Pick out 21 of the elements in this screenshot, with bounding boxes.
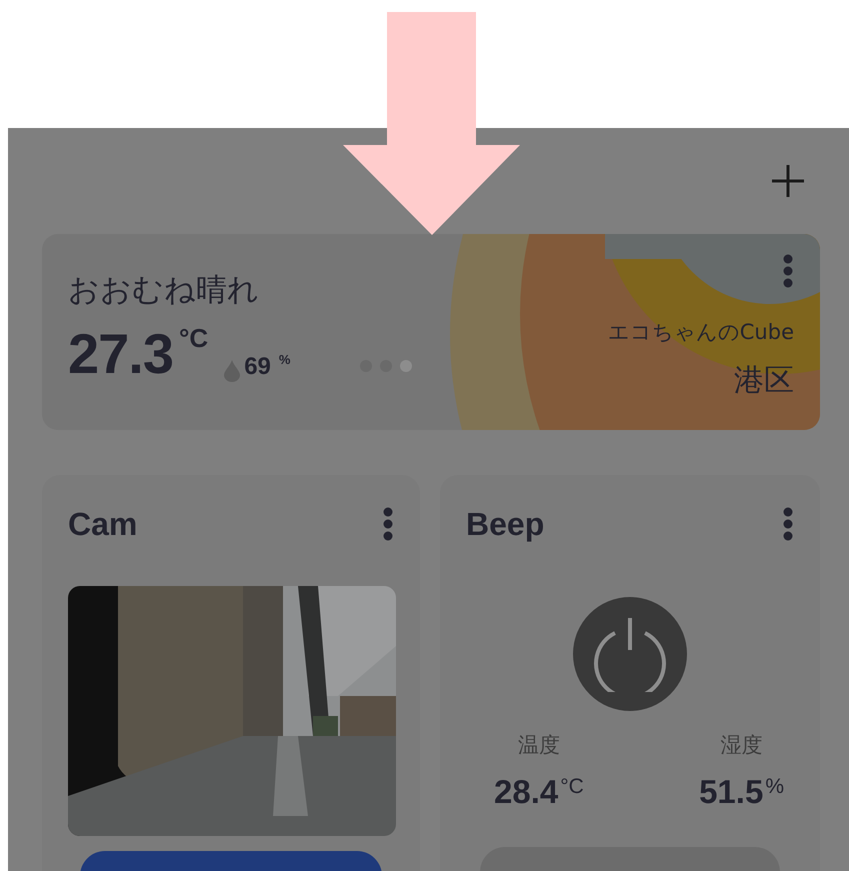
temperature-unit: °C — [179, 324, 208, 352]
more-icon[interactable] — [782, 254, 794, 288]
device-title: Cam — [68, 506, 138, 542]
humidity-unit: % — [278, 352, 290, 367]
reading-unit: % — [765, 775, 784, 799]
add-icon[interactable] — [770, 163, 806, 199]
temperature-value: 27.3 — [68, 324, 173, 384]
more-icon[interactable] — [782, 507, 794, 541]
reading-value: 51.5 — [699, 773, 764, 811]
reading-label: 温度 — [518, 732, 560, 759]
reading-label: 湿度 — [720, 732, 763, 759]
device-card[interactable]: Cam — [42, 475, 420, 871]
more-icon[interactable] — [382, 507, 394, 541]
humidity-value: 69 — [244, 352, 271, 382]
reading-value: 28.4 — [494, 773, 558, 811]
reading-unit: °C — [560, 775, 584, 799]
device-title: Beep — [466, 506, 544, 542]
device-name: エコちゃんのCube — [608, 319, 794, 346]
weather-condition: おおむね晴れ — [68, 271, 260, 310]
location-name: 港区 — [734, 362, 794, 400]
power-icon — [593, 616, 667, 692]
